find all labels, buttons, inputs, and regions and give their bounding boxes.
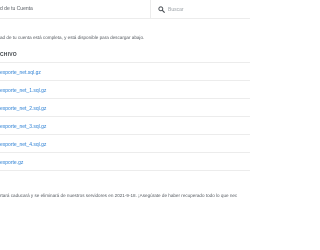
list-item: exporte_net.sql.gz — [0, 62, 250, 81]
file-download-link[interactable]: exporte_net_1.sql.gz — [0, 88, 46, 94]
list-item: exporte_net_4.sql.gz — [0, 135, 250, 153]
list-item: exporte_net_1.sql.gz — [0, 81, 250, 99]
list-item: exporte_net_2.sql.gz — [0, 99, 250, 117]
file-download-link[interactable]: exporte.gz — [0, 160, 23, 166]
file-list: exporte_net.sql.gz exporte_net_1.sql.gz … — [0, 62, 250, 171]
file-download-link[interactable]: exporte_net.sql.gz — [0, 70, 41, 76]
breadcrumb[interactable]: d de tu Cuenta — [0, 6, 33, 12]
list-item: exporte_net_3.sql.gz — [0, 117, 250, 135]
search-input[interactable] — [168, 5, 248, 14]
file-download-link[interactable]: exporte_net_4.sql.gz — [0, 142, 46, 148]
list-item: exporte.gz — [0, 153, 250, 171]
file-download-link[interactable]: exporte_net_3.sql.gz — [0, 124, 46, 130]
export-status-text: ad de tu cuenta está completa, y está di… — [0, 35, 145, 40]
search-box[interactable] — [150, 0, 250, 19]
search-icon — [158, 6, 165, 13]
top-bar: d de tu Cuenta — [0, 0, 250, 19]
file-column-heading: CHIVO — [0, 52, 17, 58]
expiry-note: rtará caducará y se eliminará de nuestro… — [0, 193, 238, 198]
file-download-link[interactable]: exporte_net_2.sql.gz — [0, 106, 46, 112]
